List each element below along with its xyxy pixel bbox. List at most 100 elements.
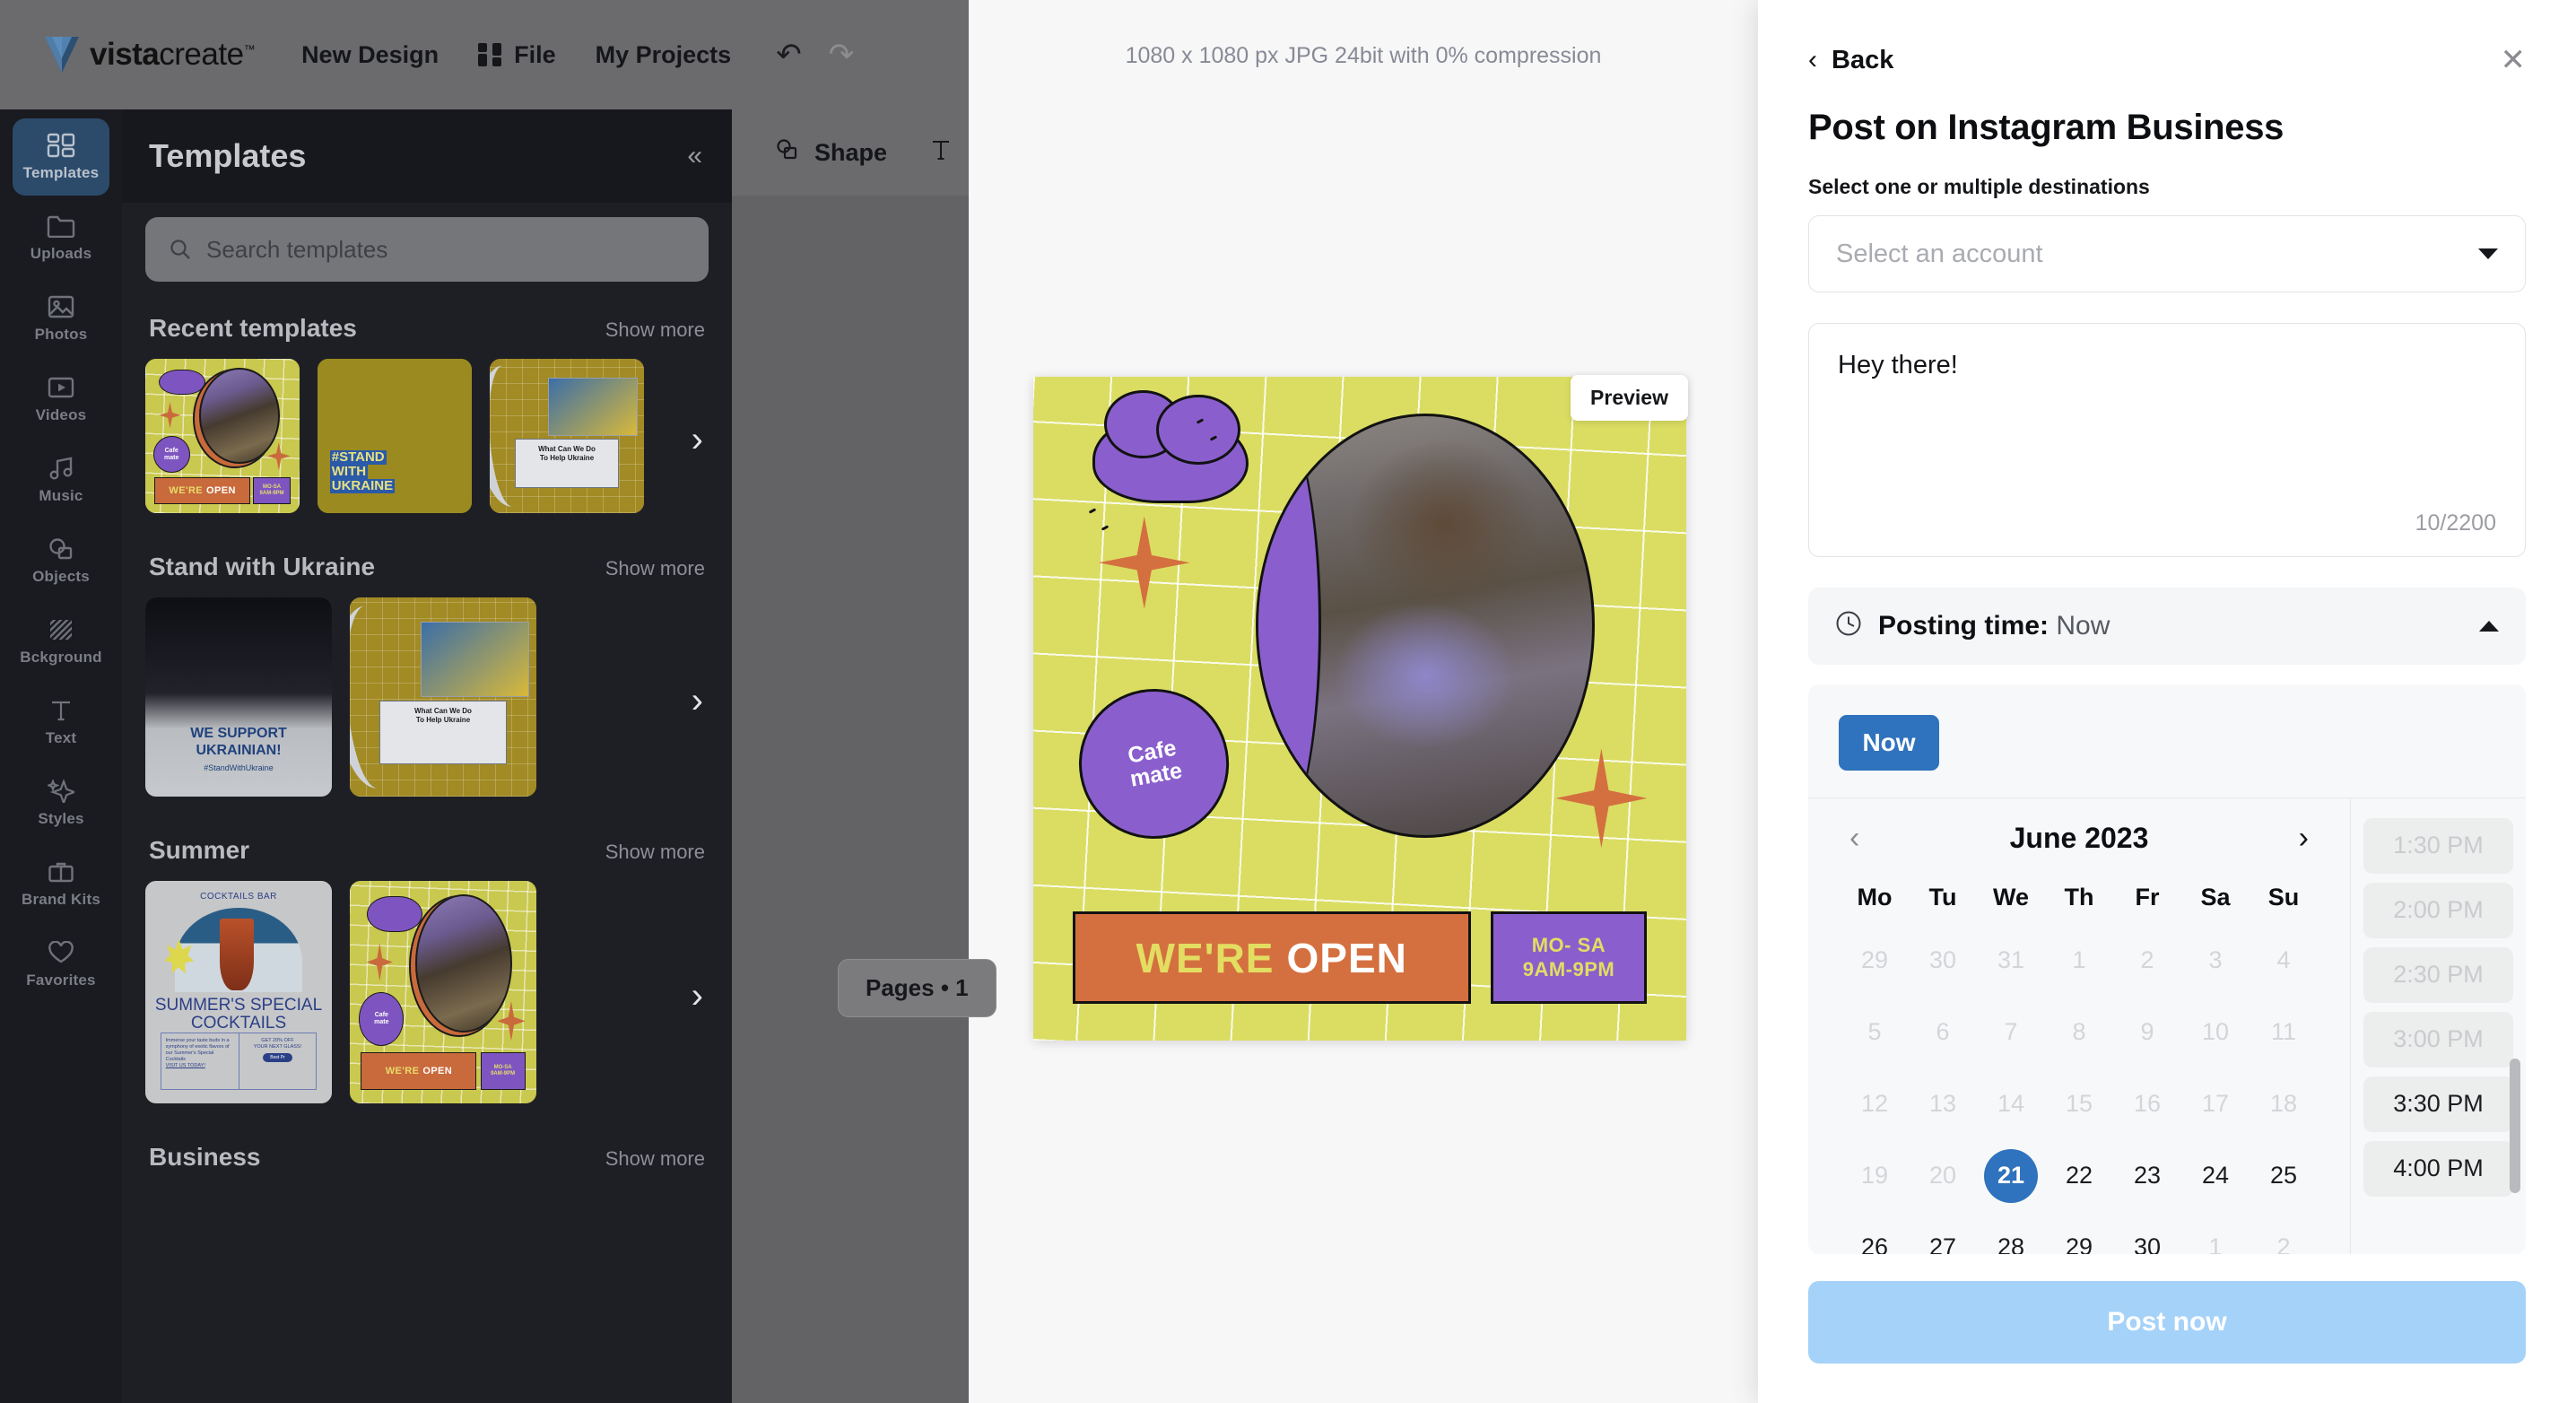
now-button[interactable]: Now bbox=[1839, 714, 1939, 771]
calendar-day[interactable]: 31 bbox=[1977, 928, 2045, 994]
template-thumbnail-summer-cocktails[interactable]: COCKTAILS BAR SUMMER'S SPECIAL COCKTAILS … bbox=[145, 881, 332, 1103]
sidebar-item-background[interactable]: Bckground bbox=[13, 603, 109, 680]
calendar-day[interactable]: 7 bbox=[1977, 999, 2045, 1066]
sidebar-item-music[interactable]: Music bbox=[13, 441, 109, 518]
calendar-day[interactable]: 1 bbox=[2045, 928, 2113, 994]
sidebar-item-templates[interactable]: Templates bbox=[13, 118, 109, 196]
undo-arrow-icon[interactable]: ↶ bbox=[776, 39, 802, 70]
video-play-icon bbox=[46, 374, 76, 401]
calendar-day[interactable]: 16 bbox=[2113, 1071, 2181, 1137]
chevron-right-icon[interactable]: › bbox=[692, 978, 703, 1014]
post-now-button[interactable]: Post now bbox=[1808, 1281, 2526, 1364]
design-preview[interactable]: Cafe mate WE'RE OPEN MO- SA 9AM-9PM Previ… bbox=[838, 375, 1688, 1041]
calendar-day[interactable]: 1 bbox=[2181, 1215, 2250, 1254]
caption-textarea[interactable]: Hey there! 10/2200 bbox=[1808, 323, 2526, 557]
time-slot-list[interactable]: 1:30 PM 2:00 PM 2:30 PM 3:00 PM 3:30 PM 4:00 … bbox=[2350, 797, 2526, 1254]
my-projects-button[interactable]: My Projects bbox=[596, 41, 732, 69]
weekday-label: We bbox=[1992, 883, 2029, 911]
calendar-day-label: 18 bbox=[2269, 1090, 2298, 1118]
show-more-link[interactable]: Show more bbox=[605, 1147, 705, 1171]
calendar-day[interactable]: 4 bbox=[2250, 928, 2318, 994]
time-slot[interactable]: 2:00 PM bbox=[2363, 882, 2513, 938]
chevron-right-icon[interactable]: › bbox=[692, 422, 703, 458]
calendar-day[interactable]: 22 bbox=[2045, 1143, 2113, 1209]
time-slot[interactable]: 3:30 PM bbox=[2363, 1076, 2513, 1132]
calendar-day[interactable]: 3 bbox=[2181, 928, 2250, 994]
calendar-day[interactable]: 6 bbox=[1909, 999, 1977, 1066]
calendar-day[interactable]: 14 bbox=[1977, 1071, 2045, 1137]
template-thumbnail-what-can-we-do[interactable]: What Can We Do To Help Ukraine bbox=[350, 597, 536, 797]
calendar-day[interactable]: 8 bbox=[2045, 999, 2113, 1066]
posting-time-toggle[interactable]: Posting time: Now bbox=[1808, 587, 2526, 665]
calendar-day[interactable]: 15 bbox=[2045, 1071, 2113, 1137]
sidebar-item-photos[interactable]: Photos bbox=[13, 280, 109, 357]
calendar-day[interactable]: 11 bbox=[2250, 999, 2318, 1066]
calendar-day[interactable]: 25 bbox=[2250, 1143, 2318, 1209]
calendar-next-month-button[interactable]: › bbox=[2299, 823, 2309, 853]
calendar-day-label: 16 bbox=[2133, 1090, 2162, 1118]
calendar-day[interactable]: 27 bbox=[1909, 1215, 1977, 1254]
show-more-link[interactable]: Show more bbox=[605, 318, 705, 342]
calendar-day-label: 26 bbox=[1860, 1233, 1889, 1254]
calendar-day[interactable]: 23 bbox=[2113, 1143, 2181, 1209]
calendar-day[interactable]: 13 bbox=[1909, 1071, 1977, 1137]
sidebar-item-favorites[interactable]: Favorites bbox=[13, 926, 109, 1003]
canvas-toolbar: Shape bbox=[732, 109, 969, 196]
section-header-business: Business Show more bbox=[149, 1143, 705, 1172]
show-more-link[interactable]: Show more bbox=[605, 557, 705, 580]
sidebar-item-uploads[interactable]: Uploads bbox=[13, 199, 109, 276]
time-slot[interactable]: 2:30 PM bbox=[2363, 946, 2513, 1003]
template-thumbnail-cafe-open[interactable]: Cafe mate WE'RE OPEN MO-SA 9AM-9PM bbox=[145, 359, 300, 513]
close-icon[interactable]: ✕ bbox=[2501, 45, 2527, 75]
calendar-day[interactable]: 17 bbox=[2181, 1071, 2250, 1137]
sidebar-item-text[interactable]: Text bbox=[13, 684, 109, 761]
show-more-link[interactable]: Show more bbox=[605, 841, 705, 864]
search-input[interactable]: Search templates bbox=[145, 217, 709, 282]
calendar-day[interactable]: 24 bbox=[2181, 1143, 2250, 1209]
calendar-day-label: 21 bbox=[1984, 1148, 2038, 1203]
chevron-right-icon[interactable]: › bbox=[692, 683, 703, 719]
sidebar-item-videos[interactable]: Videos bbox=[13, 361, 109, 438]
calendar-day[interactable]: 5 bbox=[1841, 999, 1909, 1066]
calendar-day[interactable]: 2 bbox=[2250, 1215, 2318, 1254]
shape-tool-button[interactable]: Shape bbox=[775, 138, 887, 168]
new-design-button[interactable]: New Design bbox=[301, 41, 439, 69]
calendar-day[interactable]: 29 bbox=[1841, 928, 1909, 994]
pages-indicator[interactable]: Pages • 1 bbox=[838, 959, 996, 1017]
time-list-scrollbar[interactable] bbox=[2510, 1058, 2520, 1193]
sidebar-item-brand-kits[interactable]: Brand Kits bbox=[13, 845, 109, 922]
calendar-day[interactable]: 19 bbox=[1841, 1143, 1909, 1209]
calendar-day[interactable]: 2 bbox=[2113, 928, 2181, 994]
calendar-day-selected[interactable]: 21 bbox=[1977, 1143, 2045, 1209]
calendar-prev-month-button[interactable]: ‹ bbox=[1849, 823, 1859, 853]
calendar-day[interactable]: 18 bbox=[2250, 1071, 2318, 1137]
calendar-day-label: 28 bbox=[1997, 1233, 2025, 1254]
time-slot[interactable]: 3:00 PM bbox=[2363, 1011, 2513, 1068]
sidebar-item-objects[interactable]: Objects bbox=[13, 522, 109, 599]
template-thumbnail-help-ukraine[interactable]: What Can We Do To Help Ukraine bbox=[490, 359, 644, 513]
vistacreate-logo[interactable]: vistacreate™ bbox=[43, 35, 256, 74]
calendar-day[interactable]: 12 bbox=[1841, 1071, 1909, 1137]
calendar-day[interactable]: 26 bbox=[1841, 1215, 1909, 1254]
calendar-day[interactable]: 20 bbox=[1909, 1143, 1977, 1209]
collapse-left-icon[interactable]: « bbox=[687, 141, 702, 171]
account-select[interactable]: Select an account bbox=[1808, 215, 2526, 293]
file-menu-button[interactable]: File bbox=[478, 41, 556, 69]
redo-arrow-icon[interactable]: ↷ bbox=[829, 39, 855, 70]
back-button[interactable]: ‹ Back bbox=[1808, 45, 1893, 75]
calendar-day[interactable]: 10 bbox=[2181, 999, 2250, 1066]
calendar-day[interactable]: 30 bbox=[2113, 1215, 2181, 1254]
calendar-day[interactable]: 9 bbox=[2113, 999, 2181, 1066]
calendar-day[interactable]: 29 bbox=[2045, 1215, 2113, 1254]
template-thumbnail-cafe-open-2[interactable]: Cafe mate WE'RE OPEN MO-SA 9AM-9PM bbox=[350, 881, 536, 1103]
template-thumbnail-we-support[interactable]: WE SUPPORT UKRAINIAN! #StandWithUkraine bbox=[145, 597, 332, 797]
calendar-weekday-row: Mo Tu We Th Fr Sa Su bbox=[1841, 884, 2318, 911]
sidebar-item-styles[interactable]: Styles bbox=[13, 764, 109, 841]
calendar-day[interactable]: 30 bbox=[1909, 928, 1977, 994]
time-slot[interactable]: 1:30 PM bbox=[2363, 817, 2513, 874]
calendar-day[interactable]: 28 bbox=[1977, 1215, 2045, 1254]
time-slot[interactable]: 4:00 PM bbox=[2363, 1140, 2513, 1197]
template-thumbnail-stand-with-ukraine[interactable]: #STAND WITH UKRAINE bbox=[318, 359, 472, 513]
text-tool-button[interactable] bbox=[928, 137, 953, 169]
weekday-label: Mo bbox=[1857, 883, 1893, 911]
